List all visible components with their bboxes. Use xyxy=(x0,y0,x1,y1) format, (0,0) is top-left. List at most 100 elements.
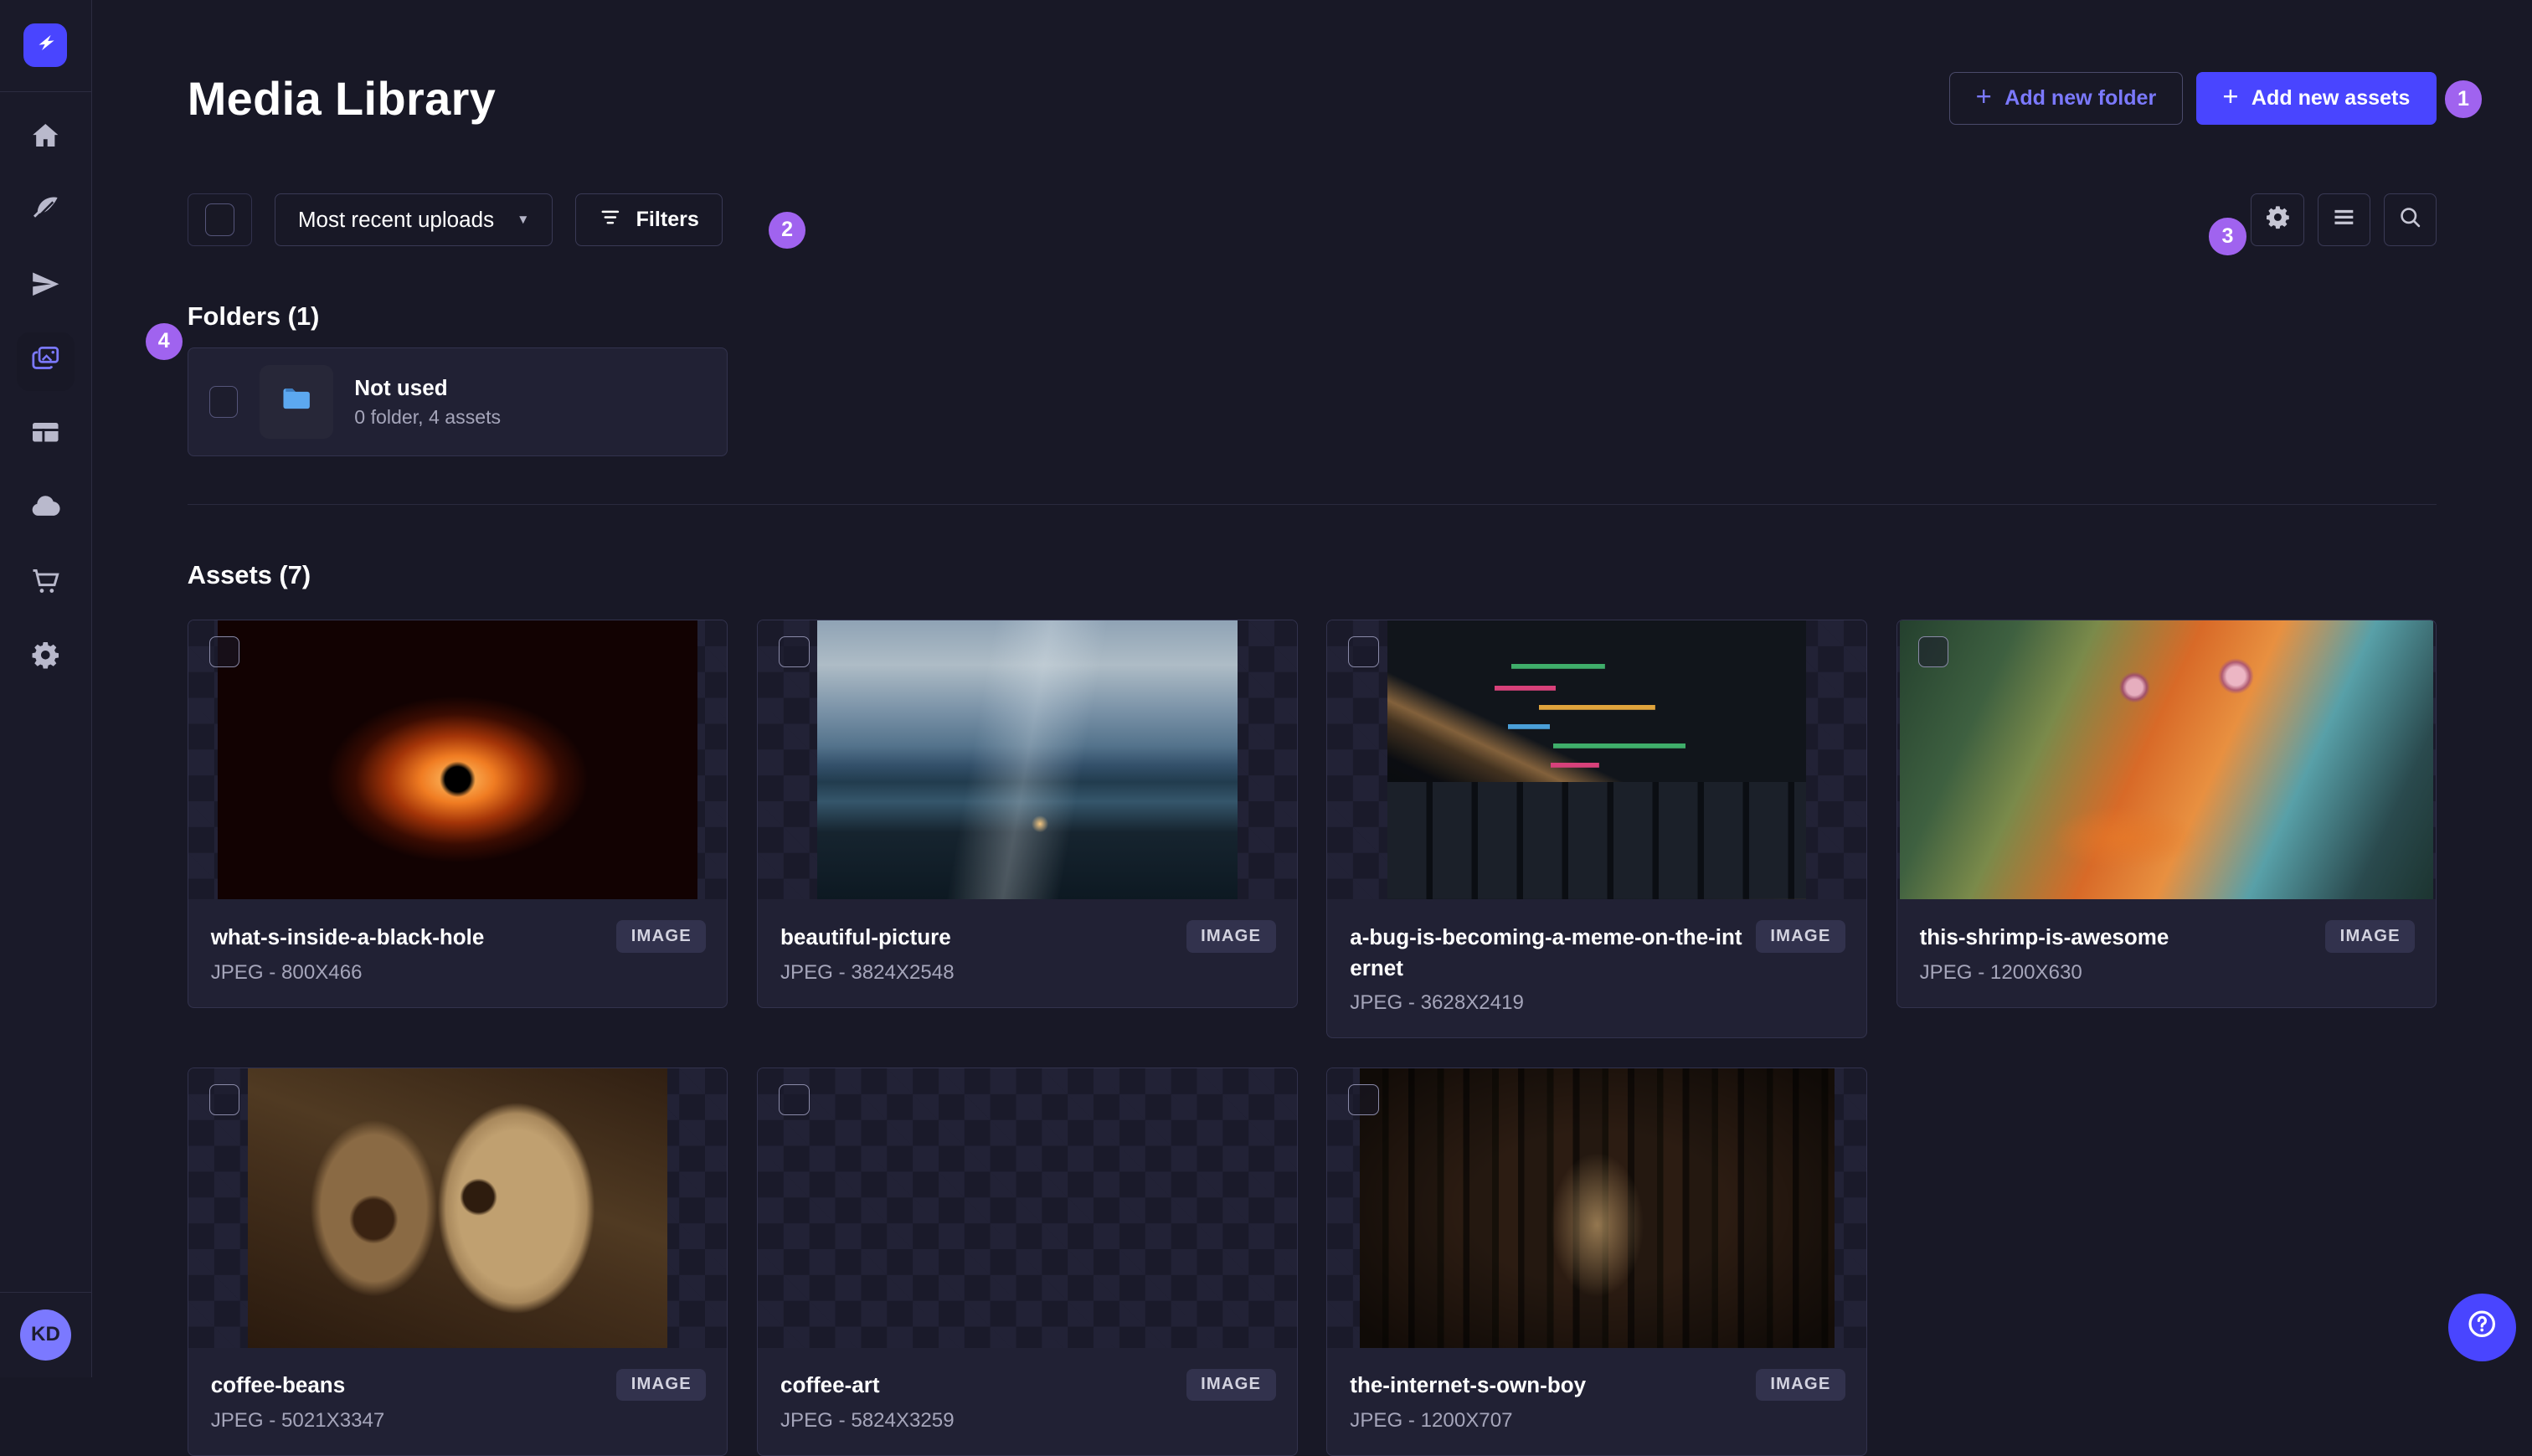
filter-icon xyxy=(599,205,623,235)
asset-type-badge: IMAGE xyxy=(1756,920,1845,953)
sidebar-footer: KD xyxy=(0,1291,91,1377)
asset-meta: JPEG - 1200X707 xyxy=(1350,1408,1513,1432)
asset-type-badge: IMAGE xyxy=(1186,920,1276,953)
page-header: Media Library + Add new folder + Add new… xyxy=(188,0,2437,126)
question-mark-icon xyxy=(2465,1307,2499,1347)
asset-thumbnail xyxy=(758,620,1297,900)
app-logo[interactable] xyxy=(23,23,68,68)
annotation-badge-2: 2 xyxy=(768,211,806,249)
asset-card[interactable]: the-internet-s-own-boy JPEG - 1200X707 I… xyxy=(1326,1067,1867,1456)
settings-icon xyxy=(2264,203,2292,237)
asset-checkbox[interactable] xyxy=(208,635,240,667)
header-actions: + Add new folder + Add new assets xyxy=(1948,71,2437,126)
asset-type-badge: IMAGE xyxy=(1756,1368,1845,1401)
logo-wrap xyxy=(0,0,91,92)
sort-dropdown[interactable]: Most recent uploads ▼ xyxy=(274,193,553,247)
feather-icon xyxy=(29,193,62,233)
asset-card[interactable]: this-shrimp-is-awesome JPEG - 1200X630 I… xyxy=(1896,619,2437,1008)
view-settings-button[interactable] xyxy=(2251,193,2305,247)
asset-card[interactable]: a-bug-is-becoming-a-meme-on-the-internet… xyxy=(1326,619,1867,1039)
sidebar-item-deploy[interactable] xyxy=(17,259,75,316)
strapi-logo-icon xyxy=(32,28,59,63)
select-all-checkbox[interactable] xyxy=(187,193,252,247)
plus-icon: + xyxy=(2222,80,2239,112)
asset-type-badge: IMAGE xyxy=(1186,1368,1276,1401)
list-view-button[interactable] xyxy=(2317,193,2371,247)
folder-checkbox[interactable] xyxy=(208,385,239,419)
asset-card[interactable]: beautiful-picture JPEG - 3824X2548 IMAGE xyxy=(757,619,1298,1008)
asset-meta: JPEG - 5021X3347 xyxy=(210,1408,385,1432)
checkbox xyxy=(204,203,234,236)
assets-heading: Assets (7) xyxy=(187,559,311,589)
media-library-icon xyxy=(29,342,62,382)
asset-label: the-internet-s-own-boy JPEG - 1200X707 I… xyxy=(1327,1348,1866,1455)
asset-label: beautiful-picture JPEG - 3824X2548 IMAGE xyxy=(758,899,1297,1006)
sidebar-item-content-type-builder[interactable] xyxy=(17,407,75,465)
folders-heading: Folders (1) xyxy=(187,301,320,332)
toolbar-left: Most recent uploads ▼ Filters xyxy=(187,193,723,247)
asset-checkbox[interactable] xyxy=(1348,635,1379,667)
add-new-assets-button[interactable]: + Add new assets xyxy=(2195,71,2437,126)
asset-image xyxy=(1900,620,2433,900)
asset-card[interactable]: what-s-inside-a-black-hole JPEG - 800X46… xyxy=(187,619,728,1008)
sidebar-item-home[interactable] xyxy=(17,110,75,167)
asset-thumbnail xyxy=(1327,1068,1866,1348)
asset-meta: JPEG - 3628X2419 xyxy=(1350,991,1524,1015)
avatar[interactable]: KD xyxy=(19,1309,72,1361)
asset-checkbox[interactable] xyxy=(1917,635,1949,667)
asset-type-badge: IMAGE xyxy=(616,920,707,953)
filters-button[interactable]: Filters xyxy=(575,193,723,247)
plus-icon: + xyxy=(1975,80,1992,112)
asset-checkbox[interactable] xyxy=(1348,1084,1379,1115)
asset-meta: JPEG - 3824X2548 xyxy=(780,960,955,984)
asset-image xyxy=(1359,1068,1835,1348)
folder-card[interactable]: Not used 0 folder, 4 assets xyxy=(187,347,728,456)
sidebar-item-media-library[interactable] xyxy=(16,332,75,391)
asset-thumbnail xyxy=(758,1068,1297,1348)
asset-thumbnail xyxy=(188,1068,728,1348)
folder-info: Not used 0 folder, 4 assets xyxy=(354,375,501,429)
asset-meta: JPEG - 800X466 xyxy=(210,960,363,984)
add-new-folder-button[interactable]: + Add new folder xyxy=(1948,71,2184,126)
folder-icon xyxy=(278,380,315,424)
cloud-icon xyxy=(29,491,62,530)
sidebar-item-cloud[interactable] xyxy=(17,481,75,539)
help-button[interactable] xyxy=(2447,1293,2516,1361)
asset-label: coffee-art JPEG - 5824X3259 IMAGE xyxy=(758,1348,1297,1455)
sidebar: KD xyxy=(0,0,92,1378)
asset-checkbox[interactable] xyxy=(208,1084,240,1115)
toolbar-right xyxy=(2251,193,2437,247)
annotation-badge-3: 3 xyxy=(2209,218,2246,255)
asset-image xyxy=(778,1068,1277,1348)
asset-label: a-bug-is-becoming-a-meme-on-the-internet… xyxy=(1327,899,1866,1037)
asset-image xyxy=(247,1068,668,1348)
folder-meta: 0 folder, 4 assets xyxy=(354,405,502,428)
asset-type-badge: IMAGE xyxy=(2325,920,2416,953)
asset-thumbnail xyxy=(188,620,728,900)
asset-label: coffee-beans JPEG - 5021X3347 IMAGE xyxy=(188,1348,728,1455)
send-icon xyxy=(29,268,62,307)
asset-image xyxy=(1387,620,1806,900)
asset-checkbox[interactable] xyxy=(779,1084,810,1115)
search-button[interactable] xyxy=(2383,193,2437,247)
asset-image xyxy=(817,620,1238,900)
main-content: Media Library + Add new folder + Add new… xyxy=(92,0,2532,1456)
sidebar-item-content[interactable] xyxy=(17,184,75,242)
home-icon xyxy=(29,120,62,159)
layout-icon xyxy=(29,416,62,455)
asset-meta: JPEG - 5824X3259 xyxy=(780,1408,955,1432)
page-title: Media Library xyxy=(187,71,497,125)
asset-label: this-shrimp-is-awesome JPEG - 1200X630 I… xyxy=(1897,899,2437,1006)
asset-thumbnail xyxy=(1327,620,1866,900)
sidebar-item-marketplace[interactable] xyxy=(17,555,75,613)
folder-name: Not used xyxy=(354,375,448,401)
asset-card[interactable]: coffee-beans JPEG - 5021X3347 IMAGE xyxy=(187,1067,728,1456)
sidebar-item-settings[interactable] xyxy=(17,630,75,687)
asset-type-badge: IMAGE xyxy=(616,1368,707,1401)
sidebar-nav xyxy=(16,110,75,687)
asset-card[interactable]: coffee-art JPEG - 5824X3259 IMAGE xyxy=(757,1067,1298,1456)
annotation-badge-4: 4 xyxy=(145,322,183,361)
asset-checkbox[interactable] xyxy=(779,635,810,667)
annotation-badge-1: 1 xyxy=(2444,80,2483,118)
asset-label: what-s-inside-a-black-hole JPEG - 800X46… xyxy=(188,899,728,1006)
